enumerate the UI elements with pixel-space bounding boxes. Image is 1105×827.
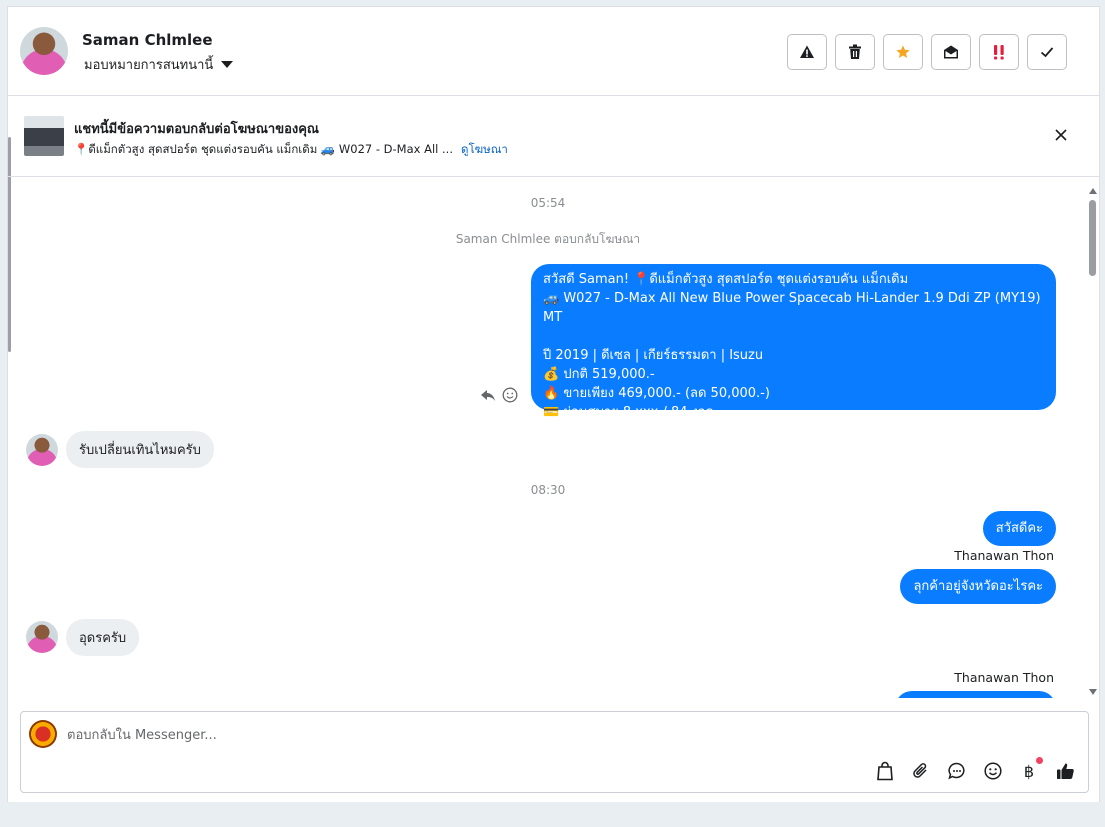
- trash-icon: [849, 44, 861, 59]
- ad-message-line: 🚙 W027 - D-Max All New Blue Power Spacec…: [543, 291, 1041, 325]
- reply-input[interactable]: [67, 724, 767, 746]
- contact-avatar-small[interactable]: [26, 621, 58, 653]
- payment-button[interactable]: ฿: [1018, 757, 1043, 782]
- conversation-toolbar: [787, 34, 1067, 70]
- envelope-open-icon: [944, 45, 958, 59]
- mark-done-button[interactable]: [1027, 34, 1067, 70]
- assign-conversation-dropdown[interactable]: มอบหมายการสนทนานี้: [84, 54, 234, 75]
- chat-bubble-icon: [948, 762, 965, 780]
- caret-down-icon: [221, 61, 234, 68]
- emoji-button[interactable]: [982, 760, 1004, 782]
- mark-unread-button[interactable]: [931, 34, 971, 70]
- timestamp: 08:30: [530, 483, 566, 497]
- reply-icon[interactable]: [480, 388, 496, 402]
- shopping-bag-button[interactable]: [874, 760, 896, 782]
- ad-message-line: 🔥 ขายเพียง 469,000.- (ลด 50,000.-): [543, 386, 770, 401]
- conversation-header: Saman Chlmlee มอบหมายการสนทนานี้: [8, 7, 1099, 96]
- timestamp: 05:54: [530, 196, 566, 210]
- view-ad-link[interactable]: ดูโฆษณา: [461, 141, 508, 159]
- close-icon[interactable]: [1051, 125, 1071, 145]
- ad-message-line: 💳 ผ่อนสบาย 8,xxx / 84 งวด: [543, 405, 714, 420]
- star-button[interactable]: [883, 34, 923, 70]
- message-list[interactable]: 05:54 Saman Chlmlee ตอบกลับโฆษณา สวัสดี …: [8, 178, 1088, 698]
- ad-message-line: สวัสดี Saman! 📍ดีแม็กตัวสูง สุดสปอร์ต ชุ…: [543, 272, 909, 287]
- ad-thumbnail[interactable]: [24, 116, 64, 156]
- scroll-thumb[interactable]: [1089, 200, 1096, 276]
- emoji-icon: [984, 762, 1002, 780]
- ad-banner-subtitle: 📍ดีแม็กตัวสูง สุดสปอร์ต ชุดแต่งรอบคัน แม…: [74, 141, 508, 159]
- contact-name[interactable]: Saman Chlmlee: [82, 31, 213, 49]
- exclamation-icon: [994, 45, 1004, 60]
- report-spam-button[interactable]: [787, 34, 827, 70]
- incoming-message[interactable]: รับเปลี่ยนเทินไหมครับ: [66, 431, 214, 468]
- page-avatar: [29, 720, 57, 748]
- ad-reply-banner: แชทนี้มีข้อความตอบกลับต่อโฆษณาของคุณ 📍ดี…: [8, 97, 1099, 177]
- composer-toolbar: ฿: [874, 757, 1076, 782]
- check-icon: [1040, 47, 1054, 58]
- star-icon: [896, 45, 910, 58]
- sender-label: Thanawan Thon: [954, 670, 1054, 685]
- conversation-panel: Saman Chlmlee มอบหมายการสนทนานี้ แชทนี้ม…: [7, 6, 1100, 802]
- paperclip-icon: [913, 763, 927, 778]
- message-scrollbar[interactable]: [1087, 184, 1099, 699]
- notification-dot: [1036, 757, 1043, 764]
- scroll-up-arrow-icon[interactable]: [1089, 188, 1097, 194]
- baht-icon: ฿: [1023, 761, 1035, 781]
- ad-message-line: 💰 ปกติ 519,000.-: [543, 367, 655, 382]
- contact-avatar[interactable]: [20, 27, 68, 75]
- warning-icon: [800, 45, 814, 58]
- assign-label: มอบหมายการสนทนานี้: [84, 58, 214, 73]
- contact-avatar-small[interactable]: [26, 434, 58, 466]
- ad-description: 📍ดีแม็กตัวสูง สุดสปอร์ต ชุดแต่งรอบคัน แม…: [74, 142, 453, 156]
- ad-message-line: [543, 327, 1044, 346]
- sender-label: Thanawan Thon: [954, 548, 1054, 563]
- saved-replies-button[interactable]: [946, 760, 968, 782]
- thumbs-up-icon: [1056, 763, 1074, 779]
- outgoing-message-partial[interactable]: [895, 691, 1056, 698]
- ad-message-bubble[interactable]: สวัสดี Saman! 📍ดีแม็กตัวสูง สุดสปอร์ต ชุ…: [531, 264, 1056, 420]
- incoming-message[interactable]: อุดรครับ: [66, 619, 140, 656]
- scroll-down-arrow-icon[interactable]: [1089, 689, 1097, 695]
- outgoing-message[interactable]: ลุกค้าอยู่จังหวัดอะไรคะ: [900, 569, 1056, 604]
- message-actions: [480, 387, 518, 403]
- delete-button[interactable]: [835, 34, 875, 70]
- ad-reply-note: Saman Chlmlee ตอบกลับโฆษณา: [455, 232, 641, 246]
- follow-up-button[interactable]: [979, 34, 1019, 70]
- ad-banner-title: แชทนี้มีข้อความตอบกลับต่อโฆษณาของคุณ: [74, 122, 319, 137]
- attach-button[interactable]: [910, 760, 932, 782]
- shopping-bag-icon: [877, 761, 893, 781]
- emoji-reaction-icon[interactable]: [502, 387, 518, 403]
- like-button[interactable]: [1054, 760, 1076, 782]
- outgoing-message[interactable]: สวัสดีคะ: [982, 511, 1056, 546]
- ad-message-line: ปี 2019 | ดีเซล | เกียร์ธรรมดา | Isuzu: [543, 348, 764, 363]
- message-composer: ฿: [20, 711, 1089, 793]
